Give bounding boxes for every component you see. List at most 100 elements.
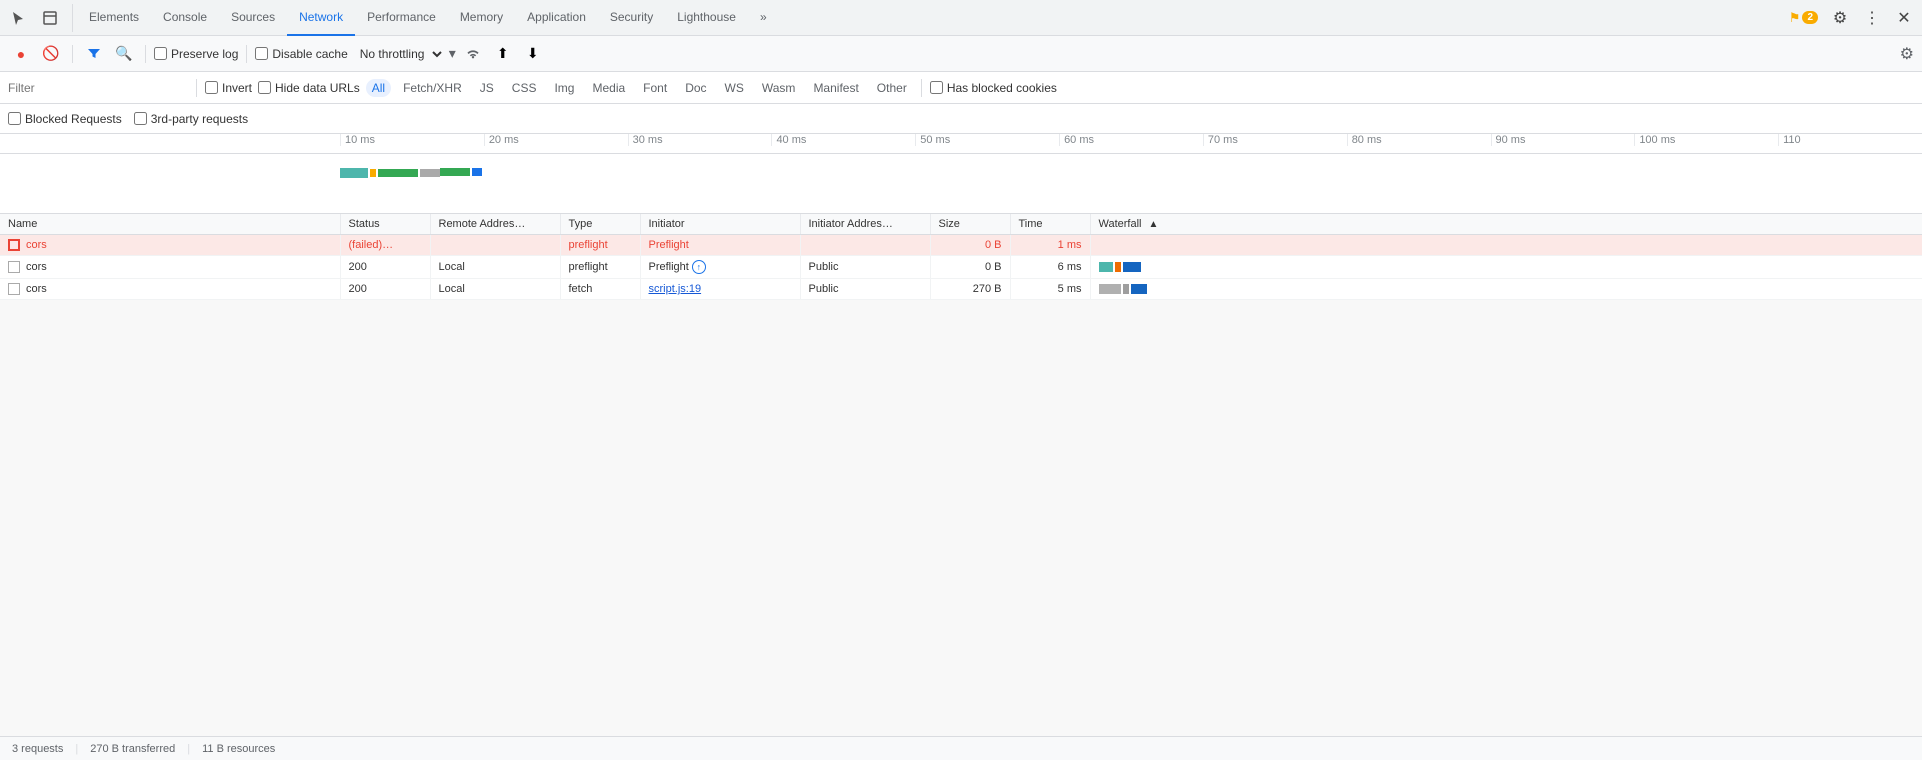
disable-cache-label[interactable]: Disable cache — [255, 47, 347, 61]
table-header: Name Status Remote Addres… Type Initiato… — [0, 214, 1922, 235]
col-header-name[interactable]: Name — [0, 214, 340, 235]
cell-time-3: 5 ms — [1010, 279, 1090, 300]
third-party-checkbox[interactable] — [134, 112, 147, 125]
wf-gray2-bar — [1123, 284, 1129, 294]
preserve-log-checkbox[interactable] — [154, 47, 167, 60]
tab-sources[interactable]: Sources — [219, 0, 287, 36]
invert-checkbox[interactable] — [205, 81, 218, 94]
wifi-icon-btn[interactable] — [460, 41, 486, 67]
status-transferred: 270 B transferred — [90, 743, 175, 755]
throttle-select[interactable]: No throttling — [352, 44, 445, 64]
tab-console[interactable]: Console — [151, 0, 219, 36]
cell-status-3: 200 — [340, 279, 430, 300]
filter-type-css[interactable]: CSS — [506, 79, 543, 97]
timeline-bars — [340, 154, 1922, 212]
cell-initiator-3: script.js:19 — [640, 279, 800, 300]
dock-icon-btn[interactable] — [36, 4, 64, 32]
hide-data-urls-checkbox[interactable] — [258, 81, 271, 94]
cell-size-3: 270 B — [930, 279, 1010, 300]
tab-security[interactable]: Security — [598, 0, 665, 36]
col-header-time[interactable]: Time — [1010, 214, 1090, 235]
initiator-link[interactable]: script.js:19 — [649, 283, 702, 295]
col-header-size[interactable]: Size — [930, 214, 1010, 235]
network-settings-icon[interactable]: ⚙ — [1900, 44, 1914, 64]
tab-lighthouse[interactable]: Lighthouse — [665, 0, 748, 36]
cell-status-1: (failed)… — [340, 235, 430, 256]
tab-memory[interactable]: Memory — [448, 0, 515, 36]
settings-icon-btn[interactable]: ⚙ — [1826, 4, 1854, 32]
timeline-bar-green — [378, 169, 418, 177]
disable-cache-checkbox[interactable] — [255, 47, 268, 60]
tick-70ms: 70 ms — [1203, 134, 1347, 146]
tick-40ms: 40 ms — [771, 134, 915, 146]
badge-btn[interactable]: ⚑ 2 — [1785, 4, 1822, 32]
tick-30ms: 30 ms — [628, 134, 772, 146]
third-party-text: 3rd-party requests — [151, 112, 248, 126]
tab-network[interactable]: Network — [287, 0, 355, 36]
filter-type-img[interactable]: Img — [548, 79, 580, 97]
third-party-label[interactable]: 3rd-party requests — [134, 112, 248, 126]
search-icon-btn[interactable]: 🔍 — [111, 41, 137, 67]
filter-type-other[interactable]: Other — [871, 79, 913, 97]
filter-icon-btn[interactable] — [81, 41, 107, 67]
clear-btn[interactable]: 🚫 — [38, 41, 64, 67]
filter-type-fetch-xhr[interactable]: Fetch/XHR — [397, 79, 468, 97]
filter-type-wasm[interactable]: Wasm — [756, 79, 802, 97]
col-header-init-addr[interactable]: Initiator Addres… — [800, 214, 930, 235]
cell-status-2: 200 — [340, 256, 430, 279]
filter-type-font[interactable]: Font — [637, 79, 673, 97]
tab-more[interactable]: » — [748, 0, 779, 36]
col-header-status[interactable]: Status — [340, 214, 430, 235]
col-header-initiator[interactable]: Initiator — [640, 214, 800, 235]
col-header-waterfall[interactable]: Waterfall ▲ — [1090, 214, 1922, 235]
filter-type-media[interactable]: Media — [586, 79, 631, 97]
tab-application[interactable]: Application — [515, 0, 598, 36]
record-btn[interactable]: ● — [8, 41, 34, 67]
timeline-bar-green2 — [440, 168, 470, 176]
timeline-bar-orange — [370, 169, 376, 177]
status-bar: 3 requests | 270 B transferred | 11 B re… — [0, 736, 1922, 760]
table-row[interactable]: cors 200 Local fetch script.js:19 Public… — [0, 279, 1922, 300]
table-row[interactable]: cors (failed)… preflight Preflight 0 B 1… — [0, 235, 1922, 256]
download-icon-btn[interactable]: ⬇ — [520, 41, 546, 67]
tick-90ms: 90 ms — [1491, 134, 1635, 146]
filter-type-ws[interactable]: WS — [719, 79, 750, 97]
filter-sep2 — [921, 79, 922, 97]
timeline-bar-group1 — [340, 168, 440, 178]
cell-type-3: fetch — [560, 279, 640, 300]
cursor-icon-btn[interactable] — [4, 4, 32, 32]
sort-arrow-icon: ▲ — [1149, 219, 1159, 230]
upload-icon-btn[interactable]: ⬆ — [490, 41, 516, 67]
preserve-log-label[interactable]: Preserve log — [154, 47, 238, 61]
col-header-type[interactable]: Type — [560, 214, 640, 235]
blocked-cookies-checkbox[interactable] — [930, 81, 943, 94]
cell-initiator-2: Preflight ↑ — [640, 256, 800, 279]
filter-type-doc[interactable]: Doc — [679, 79, 712, 97]
close-devtools-btn[interactable]: ✕ — [1890, 4, 1918, 32]
filter-type-all[interactable]: All — [366, 79, 391, 97]
tab-elements[interactable]: Elements — [77, 0, 151, 36]
invert-label[interactable]: Invert — [205, 81, 252, 95]
throttle-dropdown-icon[interactable]: ▾ — [449, 45, 456, 62]
timeline-ruler: 10 ms 20 ms 30 ms 40 ms 50 ms 60 ms 70 m… — [0, 134, 1922, 154]
table-body: cors (failed)… preflight Preflight 0 B 1… — [0, 235, 1922, 300]
blocked-requests-checkbox[interactable] — [8, 112, 21, 125]
hide-data-urls-label[interactable]: Hide data URLs — [258, 81, 360, 95]
col-header-remote[interactable]: Remote Addres… — [430, 214, 560, 235]
more-options-btn[interactable]: ⋮ — [1858, 4, 1886, 32]
filter-type-js[interactable]: JS — [474, 79, 500, 97]
timeline-bar-teal — [340, 168, 368, 178]
tab-performance[interactable]: Performance — [355, 0, 448, 36]
cell-remote-3: Local — [430, 279, 560, 300]
tab-bar: Elements Console Sources Network Perform… — [0, 0, 1922, 36]
timeline-bar-gray — [420, 169, 440, 177]
filter-bar: Invert Hide data URLs All Fetch/XHR JS C… — [0, 72, 1922, 104]
cell-type-1: preflight — [560, 235, 640, 256]
blocked-cookies-label[interactable]: Has blocked cookies — [930, 81, 1057, 95]
filter-input[interactable] — [8, 81, 188, 95]
invert-text: Invert — [222, 81, 252, 95]
filter-type-manifest[interactable]: Manifest — [807, 79, 864, 97]
blocked-requests-label[interactable]: Blocked Requests — [8, 112, 122, 126]
cell-time-2: 6 ms — [1010, 256, 1090, 279]
table-row[interactable]: cors 200 Local preflight Preflight ↑ Pub… — [0, 256, 1922, 279]
